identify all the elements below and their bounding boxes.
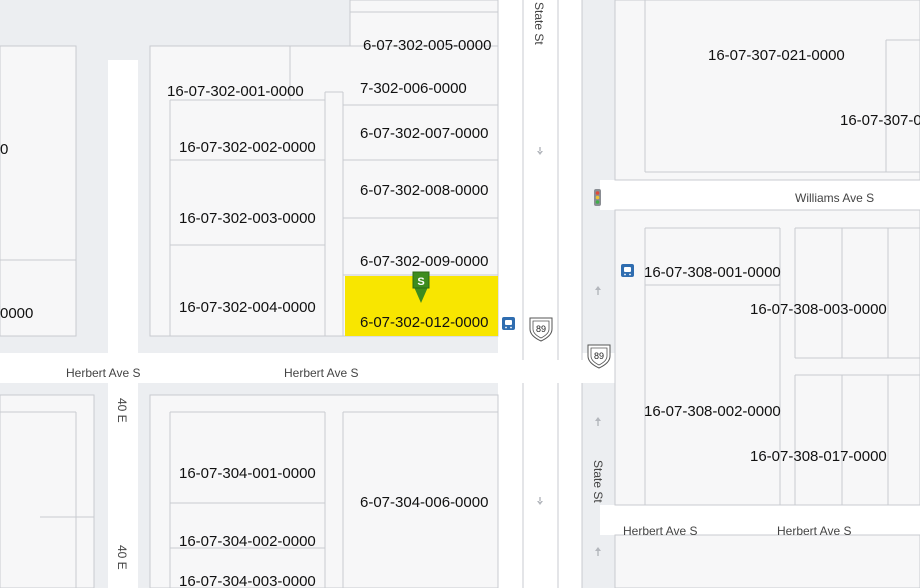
map-canvas[interactable]: 6-07-302-005-0000 16-07-302-001-0000 7-3…	[0, 0, 920, 588]
parcel-label[interactable]: 16-07-308-001-0000	[644, 264, 781, 281]
parcel-label[interactable]: 16-07-304-001-0000	[179, 465, 316, 482]
parcel-label[interactable]: 0000	[0, 305, 33, 322]
street-label-herbert: Herbert Ave S	[284, 366, 358, 380]
parcel-label[interactable]: 16-07-308-002-0000	[644, 403, 781, 420]
parcel-label[interactable]: 6-07-302-012-0000	[360, 314, 488, 331]
street-label-state-st: State St	[532, 2, 546, 45]
parcel-label[interactable]: 16-07-308-017-0000	[750, 448, 887, 465]
parcel-label[interactable]: 16-07-302-004-0000	[179, 299, 316, 316]
parcel-label[interactable]: 6-07-304-006-0000	[360, 494, 488, 511]
street-label-herbert: Herbert Ave S	[66, 366, 140, 380]
parcel-label[interactable]: 16-07-307-0	[840, 112, 920, 129]
parcel-label[interactable]: 7-302-006-0000	[360, 80, 467, 97]
bus-stop-icon[interactable]	[502, 317, 515, 330]
parcel-label[interactable]: 16-07-308-003-0000	[750, 301, 887, 318]
marker-letter: S	[417, 276, 424, 288]
parcel-label[interactable]: 16-07-302-001-0000	[167, 83, 304, 100]
parcel-label[interactable]: 6-07-302-007-0000	[360, 125, 488, 142]
bus-stop-icon[interactable]	[621, 264, 634, 277]
street-label-herbert: Herbert Ave S	[623, 524, 697, 538]
parcel-label[interactable]: 16-07-302-003-0000	[179, 210, 316, 227]
route-number: 89	[536, 324, 546, 334]
street-label-herbert: Herbert Ave S	[777, 524, 851, 538]
traffic-light-icon	[594, 189, 601, 206]
street-label-williams: Williams Ave S	[795, 191, 874, 205]
parcel-label[interactable]: 6-07-302-008-0000	[360, 182, 488, 199]
parcel-label[interactable]: 6-07-302-009-0000	[360, 253, 488, 270]
parcel-label[interactable]: 16-07-304-002-0000	[179, 533, 316, 550]
street-label-40e: 40 E	[115, 398, 129, 423]
street-label-40e: 40 E	[115, 545, 129, 570]
parcel-label[interactable]: 6-07-302-005-0000	[363, 37, 491, 54]
parcel-label[interactable]: 16-07-307-021-0000	[708, 47, 845, 64]
street-label-state-st: State St	[591, 460, 605, 503]
parcel-label[interactable]: 0	[0, 141, 8, 158]
parcel-label[interactable]: 16-07-304-003-0000	[179, 573, 316, 588]
parcel-label[interactable]: 16-07-302-002-0000	[179, 139, 316, 156]
route-number: 89	[594, 351, 604, 361]
